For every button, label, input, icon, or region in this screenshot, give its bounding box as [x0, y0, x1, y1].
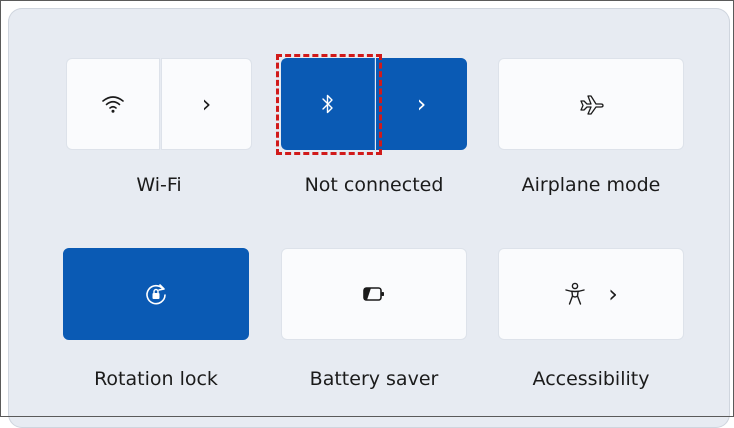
rotation-lock-icon [146, 284, 166, 305]
wifi-label: Wi-Fi [136, 174, 182, 196]
airplane-icon [580, 95, 604, 115]
accessibility-tile: › [498, 248, 684, 340]
rotation-lock-button[interactable] [63, 248, 249, 340]
chevron-right-icon: › [416, 90, 427, 118]
battery-saver-button[interactable] [281, 248, 467, 340]
battery-saver-tile [281, 248, 467, 340]
quick-settings-panel: › Wi-Fi › Not connected Airplane mode Ro… [8, 8, 730, 428]
bluetooth-label: Not connected [304, 174, 444, 196]
battery-saver-label: Battery saver [309, 368, 439, 390]
wifi-icon [102, 96, 124, 113]
accessibility-button[interactable]: › [498, 248, 684, 340]
airplane-mode-button[interactable] [498, 58, 684, 150]
accessibility-button-content: › [564, 282, 618, 306]
chevron-right-icon: › [201, 90, 212, 118]
accessibility-label: Accessibility [532, 368, 650, 390]
airplane-tile [498, 58, 684, 150]
bluetooth-tile: › [281, 58, 467, 150]
wifi-expand-button[interactable]: › [161, 58, 252, 150]
airplane-label: Airplane mode [521, 174, 661, 196]
rotation-lock-label: Rotation lock [94, 368, 218, 390]
bluetooth-icon [322, 94, 333, 114]
rotation-lock-tile [63, 248, 249, 340]
chevron-right-icon: › [608, 280, 618, 308]
accessibility-icon [565, 282, 585, 305]
bluetooth-expand-button[interactable]: › [376, 58, 467, 150]
bluetooth-toggle-button[interactable] [281, 58, 375, 150]
wifi-tile: › [66, 58, 252, 150]
battery-saver-icon [363, 287, 384, 301]
wifi-toggle-button[interactable] [66, 58, 160, 150]
